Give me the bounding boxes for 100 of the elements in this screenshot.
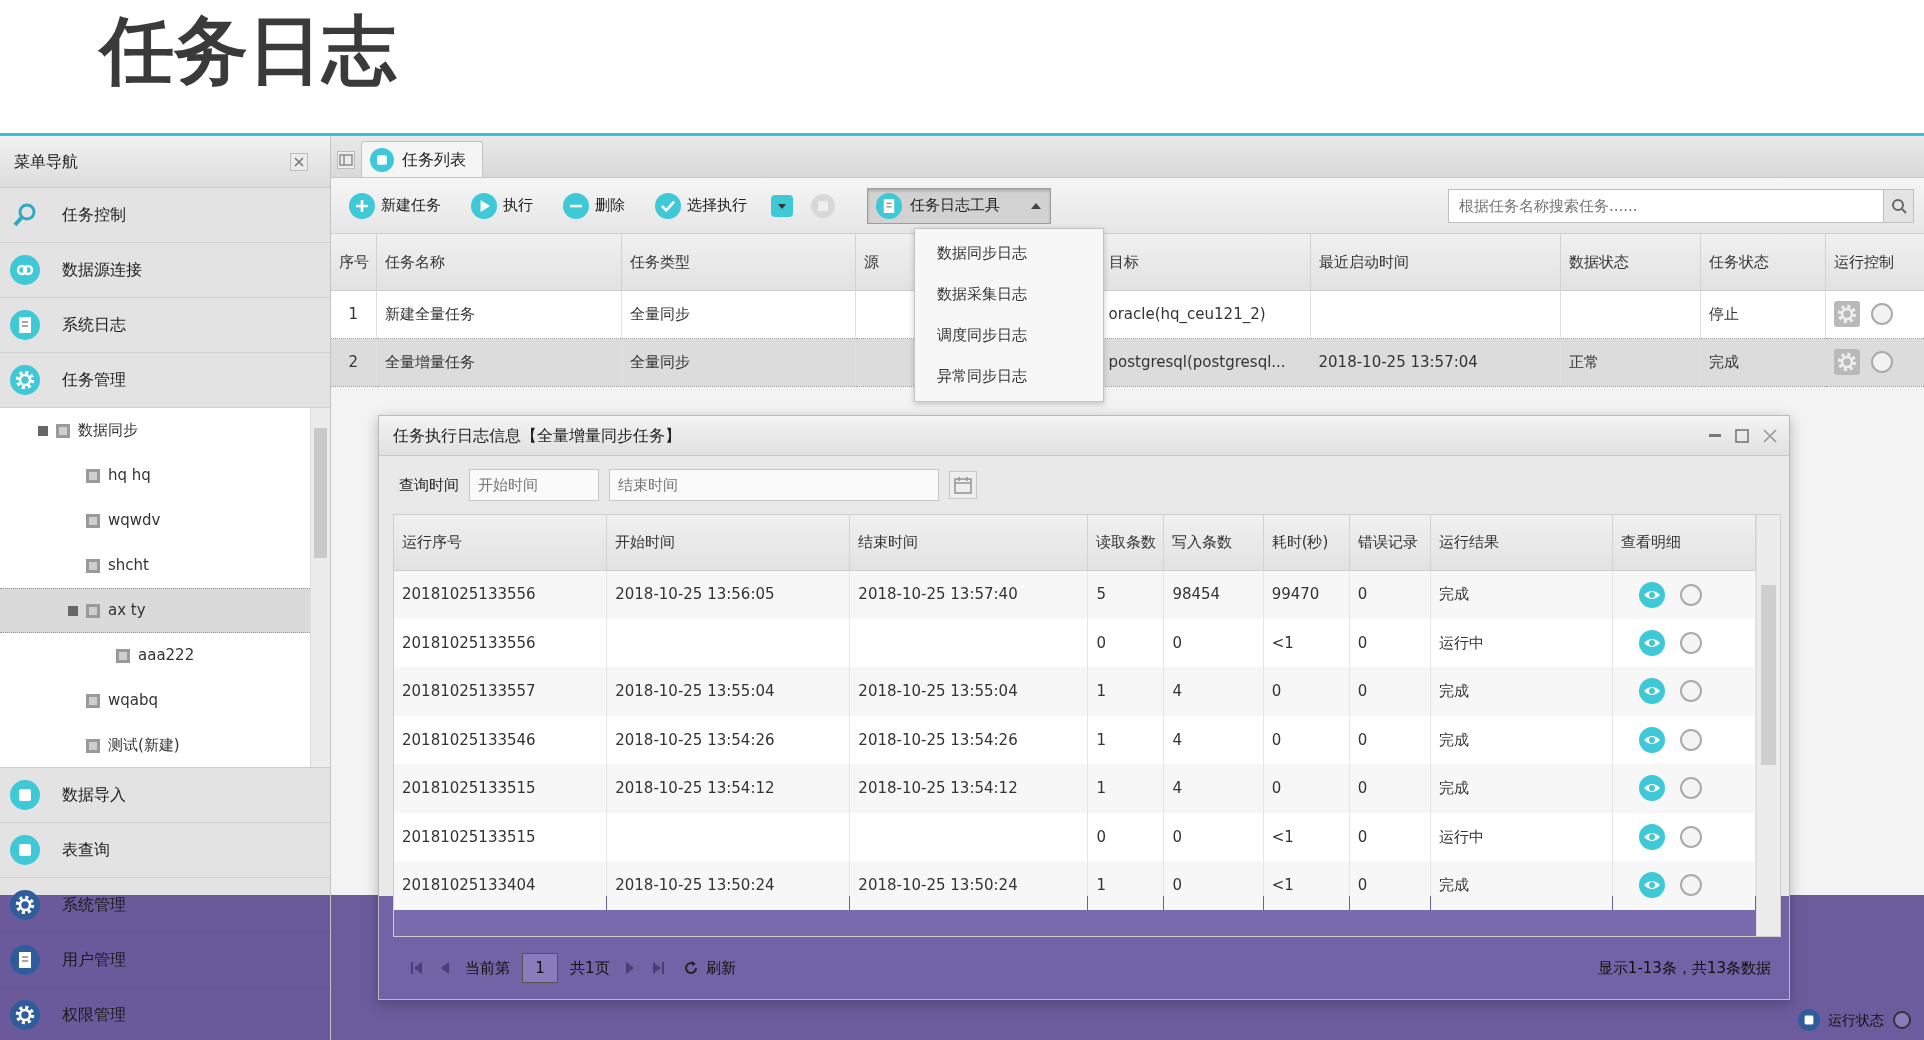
column-header[interactable]: 任务名称 xyxy=(384,250,445,273)
view-button[interactable] xyxy=(1639,872,1666,899)
panel-toggle-button[interactable] xyxy=(337,151,355,169)
tree-item[interactable]: 测试(新建) xyxy=(0,723,310,768)
view-button[interactable] xyxy=(1639,775,1666,802)
table-cell-text: 0 xyxy=(1357,826,1368,848)
circle-button[interactable] xyxy=(1679,630,1704,655)
ring-icon xyxy=(1679,824,1704,849)
toolbar-button[interactable]: 新建任务 xyxy=(343,188,447,223)
gear-icon xyxy=(10,1000,40,1030)
log-tool-dropdown[interactable]: 任务日志工具 xyxy=(867,187,1051,224)
dropdown-button[interactable] xyxy=(771,194,793,217)
settings-button[interactable] xyxy=(1833,301,1860,327)
minus-icon xyxy=(563,192,589,219)
first-page-button[interactable] xyxy=(409,960,425,976)
circle-button[interactable] xyxy=(1869,350,1894,374)
square-marker-icon xyxy=(38,425,48,436)
search-icon xyxy=(1890,197,1907,214)
gear-icon xyxy=(10,365,40,395)
column-header[interactable]: 数据状态 xyxy=(1568,250,1629,273)
table-cell-text: 99470 xyxy=(1271,584,1320,606)
maximize-button[interactable] xyxy=(1733,426,1751,445)
tab[interactable]: 任务列表 xyxy=(361,141,483,177)
table-cell-text: 全量增量任务 xyxy=(384,351,475,373)
view-button[interactable] xyxy=(1639,629,1666,656)
column-header[interactable]: 结束时间 xyxy=(858,531,919,554)
table-cell-text: 2018-10-25 13:54:12 xyxy=(858,778,1018,799)
close-button[interactable] xyxy=(290,152,308,171)
toolbar-button[interactable]: 执行 xyxy=(465,188,539,223)
table-cell-text: 2018-10-25 13:54:12 xyxy=(615,778,775,799)
tree-item[interactable]: ax ty xyxy=(0,588,310,633)
sidebar-item[interactable]: 数据源连接 xyxy=(0,243,330,298)
gear-icon xyxy=(1833,301,1860,327)
table-cell-text: 0 xyxy=(1271,729,1282,751)
end-time-field[interactable]: 结束时间 xyxy=(609,469,939,501)
calendar-icon xyxy=(953,475,973,495)
disc-icon xyxy=(10,780,40,810)
eye-icon xyxy=(1639,581,1666,608)
toolbar-button[interactable]: 删除 xyxy=(557,188,631,223)
view-button[interactable] xyxy=(1639,726,1666,753)
menu-item[interactable]: 数据同步日志 xyxy=(915,233,1103,274)
table-cell-text: 正常 xyxy=(1568,351,1599,373)
scrollbar[interactable] xyxy=(1756,515,1780,936)
sidebar-item[interactable]: 数据导入 xyxy=(0,768,330,823)
scrollbar[interactable] xyxy=(310,408,330,767)
table-cell-text: 2018-10-25 13:54:26 xyxy=(858,729,1018,751)
table-cell-text: 2018-10-25 13:54:26 xyxy=(615,729,775,751)
column-header[interactable]: 任务类型 xyxy=(629,250,690,273)
play-icon xyxy=(471,192,497,219)
view-button[interactable] xyxy=(1639,823,1666,850)
view-button[interactable] xyxy=(1639,678,1666,705)
circle-button[interactable] xyxy=(1679,679,1704,704)
disc-icon xyxy=(370,147,394,172)
sidebar-item[interactable]: 系统日志 xyxy=(0,298,330,353)
table-cell-text: 20181025133515 xyxy=(402,826,536,848)
tree-item[interactable]: wqabq xyxy=(0,678,310,723)
tree-item[interactable]: aaa222 xyxy=(0,633,310,678)
search-field[interactable]: 根据任务名称搜索任务...... xyxy=(1448,188,1884,223)
column-header[interactable]: 最近启动时间 xyxy=(1318,250,1409,273)
column-header[interactable]: 运行结果 xyxy=(1438,531,1499,554)
tree-item[interactable]: hq hq xyxy=(0,453,310,498)
sidebar-item[interactable]: 表查询 xyxy=(0,823,330,878)
search-button[interactable] xyxy=(1884,188,1914,223)
disc-icon xyxy=(10,835,40,865)
tree-item[interactable]: shcht xyxy=(0,543,310,588)
page-field[interactable]: 1 xyxy=(522,953,558,983)
table-cell-text: 完成 xyxy=(1438,584,1469,606)
eye-icon xyxy=(1639,823,1666,850)
disc-icon xyxy=(1798,1009,1820,1031)
start-time-field[interactable]: 开始时间 xyxy=(469,469,599,501)
column-header[interactable]: 开始时间 xyxy=(615,531,676,554)
circle-button[interactable] xyxy=(1679,776,1704,801)
circle-button[interactable] xyxy=(1679,582,1704,607)
tree-item[interactable]: 数据同步 xyxy=(0,408,310,453)
table-cell-text: 2018-10-25 13:50:24 xyxy=(615,875,775,896)
table-cell-text: 2 xyxy=(348,351,358,373)
column-header[interactable]: 运行序号 xyxy=(402,531,462,554)
table-cell-text: 0 xyxy=(1357,778,1368,799)
column-header[interactable]: 目标 xyxy=(1108,250,1139,273)
sidebar-item[interactable]: 任务控制 xyxy=(0,188,330,243)
table-cell-text: <1 xyxy=(1271,632,1294,654)
circle-button[interactable] xyxy=(1679,824,1704,849)
table-cell-text: 0 xyxy=(1357,632,1368,654)
circle-button[interactable] xyxy=(1869,302,1894,326)
table-cell-text: 1 xyxy=(1096,729,1106,751)
tree-item[interactable]: wqwdv xyxy=(0,498,310,543)
table-cell-text: 4 xyxy=(1172,729,1182,751)
table-cell-text: 完成 xyxy=(1708,351,1739,373)
circle-button[interactable] xyxy=(1679,727,1704,752)
column-header[interactable]: 源 xyxy=(863,250,879,273)
table-cell-text: 运行中 xyxy=(1438,632,1484,654)
close-button[interactable] xyxy=(1761,426,1779,445)
toolbar-button[interactable]: 选择执行 xyxy=(649,188,753,223)
node-icon xyxy=(86,603,100,618)
refresh-button[interactable]: 刷新 xyxy=(677,954,740,982)
column-header[interactable]: 查看明细 xyxy=(1621,531,1682,554)
settings-button[interactable] xyxy=(1833,349,1860,375)
calendar-button[interactable] xyxy=(949,471,977,499)
circle-button[interactable] xyxy=(1679,873,1704,898)
view-button[interactable] xyxy=(1639,581,1666,608)
